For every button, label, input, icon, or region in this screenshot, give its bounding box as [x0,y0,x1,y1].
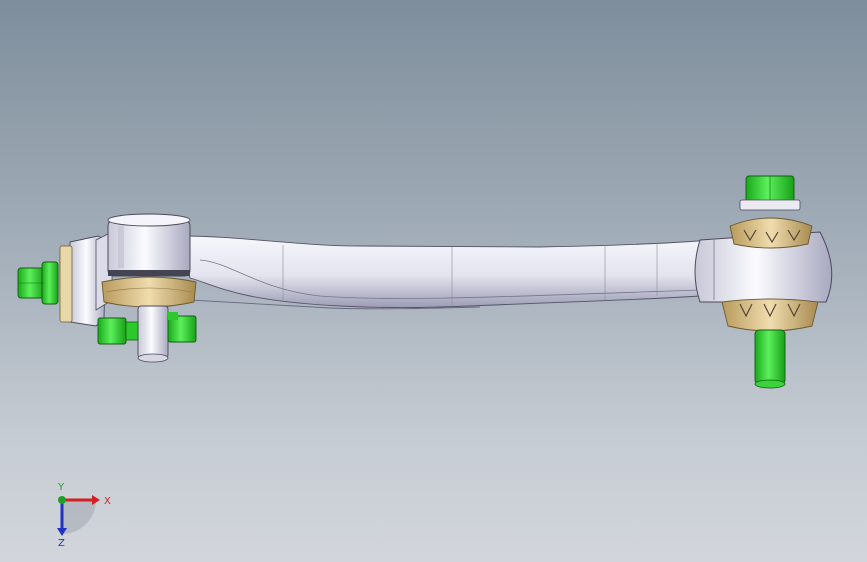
right-top-bolt-head[interactable] [739,175,801,211]
right-upper-bushing [729,217,813,249]
triad-plane-shade [62,500,96,534]
right-bottom-stud[interactable] [754,329,786,389]
x-axis-label: X [104,496,111,507]
cad-viewport[interactable]: X Y Z [0,0,867,562]
x-axis-arrowhead [92,495,100,505]
coordinate-triad: X Y Z [57,482,111,548]
left-end-nut[interactable] [17,261,59,305]
lower-bolt-right[interactable] [167,312,197,343]
left-hinge-cylinder[interactable] [107,213,191,277]
y-axis-dot [58,496,66,504]
y-axis-label: Y [57,482,65,493]
arm-body[interactable] [181,235,723,310]
left-pivot-pin [137,305,169,363]
left-bushing [101,276,197,308]
z-axis-label: Z [58,538,65,548]
lower-bolt-left[interactable] [97,317,139,345]
suspension-arm-model[interactable] [0,0,867,562]
left-bracket[interactable] [59,231,113,327]
right-lower-bushing [721,298,819,332]
